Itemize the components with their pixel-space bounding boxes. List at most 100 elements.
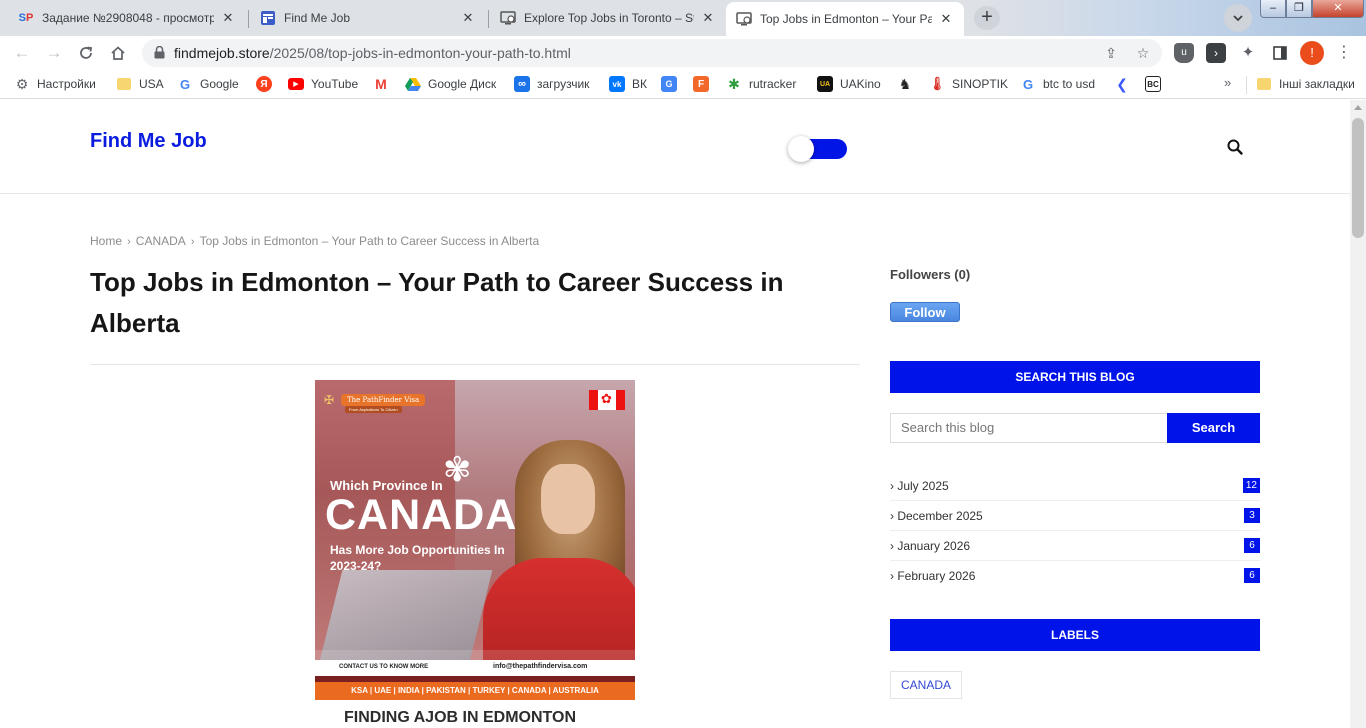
tab-edmonton-jobs-active[interactable]: Top Jobs in Edmonton – Your Pat ✕ <box>726 2 964 36</box>
archive-item[interactable]: › January 2026 6 <box>890 531 1260 561</box>
tab-task[interactable]: SP Задание №2908048 - просмотр ✕ <box>8 2 246 34</box>
tab-divider <box>488 10 489 28</box>
side-panel-icon[interactable] <box>1270 43 1290 63</box>
archive-label: › December 2025 <box>890 509 983 523</box>
scrollbar-thumb[interactable] <box>1352 118 1364 238</box>
breadcrumb-home[interactable]: Home <box>90 234 122 248</box>
search-widget-heading: SEARCH THIS BLOG <box>890 361 1260 393</box>
archive-item[interactable]: › July 2025 12 <box>890 471 1260 501</box>
window-controls: – ❐ ✕ <box>1260 0 1366 20</box>
url-domain: findmejob.store <box>174 45 270 61</box>
tab-search-button[interactable] <box>1224 4 1252 32</box>
bookmark-horse[interactable]: ♞ <box>897 75 920 93</box>
bookmark-translate[interactable]: G <box>661 75 684 93</box>
poster-contact: CONTACT US TO KNOW MORE <box>339 664 429 670</box>
reload-button[interactable] <box>73 40 99 66</box>
bookmark-google[interactable]: G Google <box>177 75 239 93</box>
bookmark-downloader[interactable]: ∞ загрузчик <box>514 75 589 93</box>
close-tab-icon[interactable]: ✕ <box>938 11 954 27</box>
bookmark-uakino[interactable]: UA UAKino <box>817 75 881 93</box>
poster-brand-name: The PathFinder Visa <box>341 394 426 406</box>
bookmark-btc-to-usd[interactable]: Gbtc to usd <box>1020 75 1095 93</box>
page-scrollbar[interactable] <box>1350 100 1366 728</box>
tab-title: Top Jobs in Edmonton – Your Pat <box>760 12 932 26</box>
gear-icon: ⚙ <box>15 75 29 92</box>
page-favicon-icon <box>500 10 516 26</box>
browser-menu-icon[interactable]: ⋮ <box>1336 41 1352 65</box>
bookmark-f[interactable]: F <box>693 75 716 93</box>
archive-item[interactable]: › December 2025 3 <box>890 501 1260 531</box>
address-bar[interactable]: findmejob.store/2025/08/top-jobs-in-edmo… <box>142 39 1162 67</box>
lock-icon[interactable] <box>154 46 165 59</box>
poster-countries: KSA | UAE | INDIA | PAKISTAN | TURKEY | … <box>351 686 599 695</box>
blog-search-input[interactable]: Search this blog <box>890 413 1167 443</box>
poster-tagline: From Aspirations To Citizen <box>345 406 402 413</box>
follow-button[interactable]: Follow <box>890 302 960 322</box>
site-header: Find Me Job <box>0 100 1350 194</box>
extensions-puzzle-icon[interactable]: ✦ <box>1238 43 1258 63</box>
home-button[interactable] <box>105 40 131 66</box>
archive-item[interactable]: › February 2026 6 <box>890 561 1260 591</box>
archive-count-badge: 6 <box>1244 568 1260 583</box>
bookmark-label: rutracker <box>749 77 797 91</box>
followers-heading: Followers (0) <box>890 267 971 282</box>
search-icon[interactable] <box>1226 138 1246 158</box>
bookmark-other-folder[interactable]: Інші закладки <box>1256 75 1355 93</box>
bookmark-label: Google <box>200 77 239 91</box>
scroll-up-arrow-icon[interactable] <box>1354 105 1362 110</box>
archive-label: › July 2025 <box>890 479 949 493</box>
restore-button[interactable]: ❐ <box>1286 0 1312 18</box>
yandex-icon: Я <box>256 76 272 92</box>
extension-arrow-icon[interactable]: › <box>1206 43 1226 63</box>
dark-mode-toggle[interactable] <box>788 136 848 162</box>
post-featured-image[interactable]: ✠ The PathFinder Visa From Aspirations T… <box>315 380 635 700</box>
site-logo[interactable]: Find Me Job <box>90 130 207 153</box>
label-tag-canada[interactable]: CANADA <box>890 671 963 699</box>
post-title: Top Jobs in Edmonton – Your Path to Care… <box>90 267 784 338</box>
bc-icon: BC <box>1145 76 1161 92</box>
url-text[interactable]: findmejob.store/2025/08/top-jobs-in-edmo… <box>174 45 571 61</box>
close-window-button[interactable]: ✕ <box>1312 0 1364 18</box>
bookmark-label: btc to usd <box>1043 77 1096 91</box>
close-tab-icon[interactable]: ✕ <box>460 10 476 26</box>
bookmark-label: загрузчик <box>537 77 590 91</box>
bookmark-settings[interactable]: ⚙ Настройки <box>14 75 96 93</box>
archive-count-badge: 3 <box>1244 508 1260 523</box>
forward-button[interactable]: → <box>41 40 67 66</box>
minimize-button[interactable]: – <box>1260 0 1286 18</box>
bookmark-rutracker[interactable]: ✱ rutracker <box>726 75 796 93</box>
more-bookmarks-icon[interactable]: » <box>1224 75 1231 90</box>
new-tab-button[interactable]: + <box>974 6 1000 30</box>
profile-avatar[interactable]: ! <box>1300 41 1324 65</box>
bookmark-vk[interactable]: vk ВК <box>609 75 647 93</box>
bookmark-google-drive[interactable]: Google Диск <box>405 75 496 93</box>
tab-find-me-job[interactable]: Find Me Job ✕ <box>250 2 486 34</box>
bookmark-sinoptik[interactable]: 🌡 SINOPTIK <box>929 75 1008 93</box>
blog-search-button[interactable]: Search <box>1167 413 1260 443</box>
poster-contact-bar: CONTACT US TO KNOW MORE info@thepathfind… <box>315 660 635 676</box>
tab-divider <box>248 10 249 28</box>
bookmark-yandex[interactable]: Я <box>256 75 279 93</box>
divider <box>90 364 860 365</box>
bookmark-gmail[interactable]: M <box>373 75 396 93</box>
bookmark-star-icon[interactable]: ☆ <box>1134 44 1152 62</box>
breadcrumb-category[interactable]: CANADA <box>136 234 186 248</box>
bookmark-label: SINOPTIK <box>952 77 1009 91</box>
site-favicon <box>260 10 276 26</box>
back-button[interactable]: ← <box>9 40 35 66</box>
chevron-right-icon: › <box>124 236 134 248</box>
tab-toronto-jobs[interactable]: Explore Top Jobs in Toronto – Sta ✕ <box>490 2 726 34</box>
f-icon: F <box>693 76 709 92</box>
share-icon[interactable]: ⇪ <box>1102 44 1120 62</box>
ublock-icon[interactable]: u <box>1174 43 1194 63</box>
bookmark-arrow[interactable]: ❮ <box>1114 75 1137 93</box>
youtube-icon: ▶ <box>288 78 304 90</box>
gmail-icon: M <box>375 76 387 92</box>
reload-icon <box>80 46 93 59</box>
close-tab-icon[interactable]: ✕ <box>700 10 716 26</box>
close-tab-icon[interactable]: ✕ <box>220 10 236 26</box>
bookmark-bc[interactable]: BC <box>1145 75 1168 93</box>
bookmark-folder-usa[interactable]: USA <box>116 75 164 93</box>
bookmark-label: ВК <box>632 77 647 91</box>
bookmark-youtube[interactable]: ▶ YouTube <box>288 75 358 93</box>
